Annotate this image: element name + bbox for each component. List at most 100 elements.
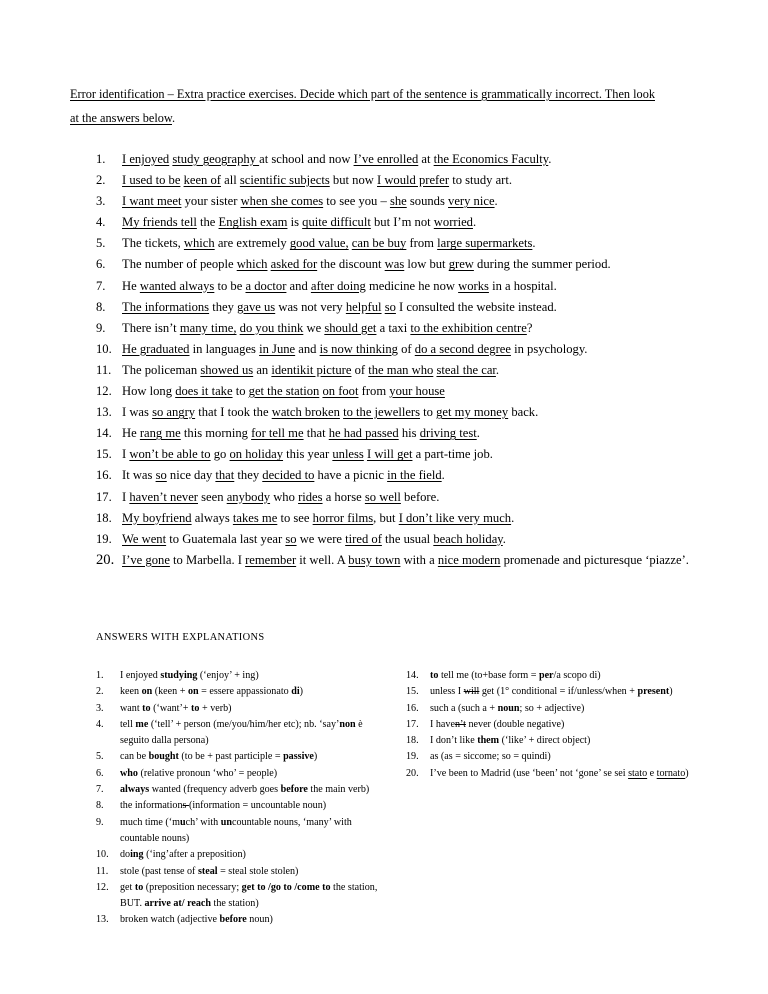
exercise-sentence: My boyfriend always takes me to see horr… <box>122 510 515 525</box>
answer-explanation: the informations (information = uncounta… <box>120 800 327 812</box>
answers-heading: ANSWERS WITH EXPLANATIONS <box>96 632 265 643</box>
answer-explanation: as (as = siccome; so = quindi) <box>430 751 551 763</box>
answer-item: 10. doing (‘ing’after a preposition) <box>96 847 378 863</box>
answer-number: 17. <box>406 718 419 730</box>
answer-number: 5. <box>96 751 104 763</box>
answer-explanation: can be bought (to be + past participle =… <box>120 751 318 763</box>
answer-item: 9. much time (‘much’ with uncountable nou… <box>96 815 378 848</box>
exercise-list: 1. I enjoyed study geography at school an… <box>96 149 696 571</box>
answer-item: 5. can be bought (to be + past participle… <box>96 749 378 765</box>
exercise-item: 2. I used to be keen of all scientific su… <box>96 170 696 191</box>
exercise-item: 9. There isn’t many time, do you think we… <box>96 318 696 339</box>
answer-item: 8. the informations (information = uncoun… <box>96 798 378 814</box>
exercise-number: 17. <box>96 489 112 504</box>
exercise-number: 10. <box>96 341 112 356</box>
answer-item: 7. always wanted (frequency adverb goes b… <box>96 782 378 798</box>
exercise-item: 19. We went to Guatemala last year so we … <box>96 529 696 550</box>
answer-number: 13. <box>96 914 109 926</box>
answer-explanation: unless I will get (1° conditional = if/u… <box>430 686 673 698</box>
exercise-sentence: The informations they gave us was not ve… <box>122 299 557 314</box>
answer-item: 11. stole (past tense of steal = steal st… <box>96 864 378 880</box>
answer-explanation: doing (‘ing’after a preposition) <box>120 849 246 861</box>
exercise-number: 20. <box>96 551 115 568</box>
answer-number: 8. <box>96 800 104 812</box>
exercise-sentence: He rang me this morning for tell me that… <box>122 426 480 441</box>
exercise-number: 7. <box>96 278 106 293</box>
exercise-item: 7. He wanted always to be a doctor and af… <box>96 276 696 297</box>
exercise-item: 14. He rang me this morning for tell me t… <box>96 423 696 444</box>
answer-explanation: to tell me (to+base form = per/a scopo d… <box>430 670 601 681</box>
answer-number: 20. <box>406 767 419 779</box>
answer-explanation: get to (preposition necessary; get to /g… <box>120 881 378 910</box>
answer-item: 3. want to (‘want’+ to + verb) <box>96 701 378 717</box>
answer-item: 20. I’ve been to Madrid (use ‘been’ not ‘… <box>406 766 706 782</box>
exercise-item: 17. I haven’t never seen anybody who ride… <box>96 487 696 508</box>
intro-line-2: at the answers below <box>70 111 172 125</box>
exercise-number: 1. <box>96 152 106 166</box>
answer-item: 2. keen on (keen + on = essere appassiona… <box>96 684 378 700</box>
answer-number: 7. <box>96 784 104 796</box>
answer-explanation: much time (‘much’ with uncountable nouns… <box>120 816 352 844</box>
exercise-item: 11. The policeman showed us an identikit … <box>96 360 696 381</box>
answer-explanation: I enjoyed studying (‘enjoy’ + ing) <box>120 670 259 681</box>
exercise-sentence: I want meet your sister when she comes t… <box>122 194 498 209</box>
exercise-item: 12. How long does it take to get the stat… <box>96 381 696 402</box>
exercise-number: 18. <box>96 510 112 525</box>
answer-explanation: I haven’t never (double negative) <box>430 718 565 730</box>
exercise-item: 6. The number of people which asked for t… <box>96 254 696 275</box>
exercise-number: 15. <box>96 447 112 462</box>
exercise-sentence: I’ve gone to Marbella. I remember it wel… <box>122 552 689 567</box>
worksheet-intro: Error identification – Extra practice ex… <box>70 82 692 130</box>
exercise-sentence: I used to be keen of all scientific subj… <box>122 173 513 188</box>
answer-explanation: who (relative pronoun ‘who’ = people) <box>120 767 278 779</box>
answers-column-left: 1. I enjoyed studying (‘enjoy’ + ing) 2. ke… <box>96 668 378 929</box>
answer-explanation: always wanted (frequency adverb goes bef… <box>120 784 370 796</box>
exercise-item: 4. My friends tell the English exam is qu… <box>96 212 696 233</box>
exercise-number: 16. <box>96 468 112 483</box>
exercise-sentence: He wanted always to be a doctor and afte… <box>122 278 557 293</box>
exercise-sentence: I enjoyed study geography at school and … <box>122 152 552 166</box>
exercise-number: 6. <box>96 257 106 272</box>
answer-number: 19. <box>406 751 419 763</box>
intro-line-2-period: . <box>171 111 176 125</box>
answer-item: 4. tell me (‘tell’ + person (me/you/him/h… <box>96 717 378 750</box>
answers-column-right: 14. to tell me (to+base form = per/a scop… <box>406 668 706 782</box>
exercise-sentence: The number of people which asked for the… <box>122 257 611 272</box>
answer-number: 10. <box>96 849 109 861</box>
exercise-item: 5. The tickets, which are extremely good … <box>96 233 696 254</box>
answer-item: 15. unless I will get (1° conditional = i… <box>406 684 706 700</box>
exercise-item: 8. The informations they gave us was not … <box>96 297 696 318</box>
exercise-item: 10. He graduated in languages in June and… <box>96 339 696 360</box>
exercise-number: 11. <box>96 362 112 377</box>
answer-item: 14. to tell me (to+base form = per/a scop… <box>406 668 706 684</box>
exercise-item: 20. I’ve gone to Marbella. I remember it … <box>96 550 696 571</box>
answer-number: 1. <box>96 670 104 681</box>
exercise-number: 3. <box>96 194 106 209</box>
answer-number: 12. <box>96 881 109 893</box>
exercise-sentence: My friends tell the English exam is quit… <box>122 215 477 230</box>
answer-number: 11. <box>96 865 109 877</box>
answer-number: 4. <box>96 718 104 730</box>
exercise-sentence: How long does it take to get the station… <box>122 384 445 399</box>
answer-item: 19. as (as = siccome; so = quindi) <box>406 749 706 765</box>
exercise-item: 1. I enjoyed study geography at school an… <box>96 149 696 170</box>
exercise-item: 15. I won’t be able to go on holiday this… <box>96 444 696 465</box>
answer-number: 2. <box>96 686 104 698</box>
exercise-sentence: It was so nice day that they decided to … <box>122 468 445 483</box>
exercise-number: 4. <box>96 215 106 230</box>
answer-item: 16. such a (such a + noun; so + adjective… <box>406 701 706 717</box>
exercise-number: 5. <box>96 236 106 251</box>
answer-item: 17. I haven’t never (double negative) <box>406 717 706 733</box>
answer-number: 3. <box>96 702 104 714</box>
exercise-sentence: I haven’t never seen anybody who rides a… <box>122 489 440 504</box>
answer-explanation: keen on (keen + on = essere appassionato… <box>120 686 303 698</box>
exercise-sentence: The policeman showed us an identikit pic… <box>122 362 500 377</box>
intro-line-1: Error identification – Extra practice ex… <box>70 87 655 101</box>
exercise-sentence: He graduated in languages in June and is… <box>122 341 588 356</box>
answer-number: 14. <box>406 670 419 681</box>
exercise-sentence: I won’t be able to go on holiday this ye… <box>122 447 493 462</box>
exercise-number: 19. <box>96 531 112 546</box>
answer-explanation: I don’t like them (‘like’ + direct objec… <box>430 735 591 747</box>
exercise-sentence: We went to Guatemala last year so we wer… <box>122 531 506 546</box>
answer-item: 1. I enjoyed studying (‘enjoy’ + ing) <box>96 668 378 684</box>
